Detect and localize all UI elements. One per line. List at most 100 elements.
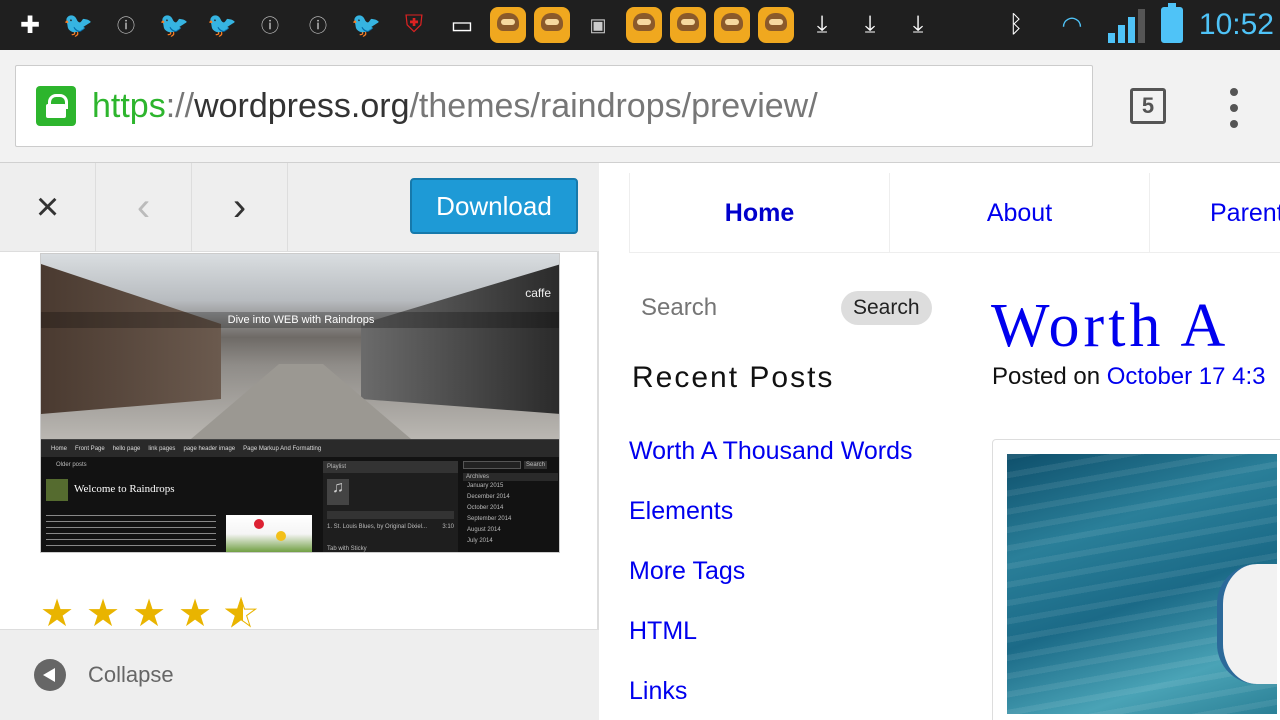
thumb-archive-item: August 2014 xyxy=(467,527,501,533)
star-half-icon: ★ xyxy=(224,595,262,631)
twitter-icon: 🐦 xyxy=(63,11,93,39)
thumb-search-field xyxy=(463,461,521,469)
tab-switcher-button[interactable]: 5 xyxy=(1130,88,1166,124)
download-icon: ⤓ xyxy=(912,11,924,38)
browser-toolbar: https://wordpress.org/themes/raindrops/p… xyxy=(0,50,1280,163)
posted-on-label: Posted on xyxy=(992,363,1101,390)
post-date-link[interactable]: October 17 4:3 xyxy=(1107,363,1266,390)
thumb-archive-item: January 2015 xyxy=(467,483,504,489)
recent-post-link[interactable]: Elements xyxy=(629,497,913,557)
site-search: Search xyxy=(629,288,935,328)
thumb-sidebar: Search Archives January 2015 December 20… xyxy=(463,461,558,552)
signal-icon xyxy=(1107,7,1145,43)
boat-shape xyxy=(1217,564,1277,684)
url-scheme: https xyxy=(92,86,166,125)
thumb-nav-item: hello page xyxy=(112,445,141,452)
shield-alert-icon: ⛨ xyxy=(405,11,423,38)
thumb-nav-item: Home xyxy=(51,445,68,452)
thumb-flowers-image xyxy=(226,515,312,552)
featured-image-frame xyxy=(992,439,1280,720)
star-full-icon: ★ xyxy=(40,595,75,631)
battery-icon xyxy=(1160,3,1183,43)
url-bar[interactable]: https://wordpress.org/themes/raindrops/p… xyxy=(15,65,1093,147)
featured-image[interactable] xyxy=(1007,454,1277,714)
lock-icon[interactable] xyxy=(36,86,76,126)
app-icon: ▣ xyxy=(589,14,607,35)
thumb-playlist-title: Playlist xyxy=(323,461,458,473)
post-title[interactable]: Worth A xyxy=(991,291,1229,362)
line-sticker-icon xyxy=(626,7,662,43)
post-meta: Posted on October 17 4:3 xyxy=(992,363,1266,391)
line-sticker-icon xyxy=(714,7,750,43)
twitter-icon: 🐦 xyxy=(159,11,189,39)
nav-item-parent[interactable]: Parent xyxy=(1149,173,1280,253)
search-input[interactable] xyxy=(629,288,829,328)
nav-item-home[interactable]: Home xyxy=(629,173,889,253)
overflow-menu-icon[interactable] xyxy=(1224,88,1244,128)
thumb-main-column: Older posts Welcome to Raindrops xyxy=(46,461,316,552)
theme-screenshot: Dive into WEB with Raindrops caffe Home … xyxy=(40,253,560,553)
collapse-label[interactable]: Collapse xyxy=(88,662,174,688)
url-separator: :// xyxy=(165,86,195,125)
collapse-button[interactable]: Collapse xyxy=(0,629,599,720)
star-full-icon: ★ xyxy=(178,595,213,631)
thumb-search-button: Search xyxy=(524,461,548,469)
download-icon: ⤓ xyxy=(816,11,828,38)
notification-icons: ✚ 🐦 ⓘ 🐦 🐦 ⓘ ⓘ 🐦 ⛨ ▭ ▣ ⤓ ⤓ ⤓ xyxy=(0,0,946,50)
header-caption: Dive into WEB with Raindrops xyxy=(41,312,559,328)
thumb-nav: Home Front Page hello page link pages pa… xyxy=(41,439,559,457)
info-icon: ⓘ xyxy=(117,16,135,36)
thumb-post-image xyxy=(46,479,68,501)
thumb-track-title: 1. St. Louis Blues, by Original Dixiel..… xyxy=(327,524,428,530)
header-photo: Dive into WEB with Raindrops caffe xyxy=(41,254,559,439)
site-preview: Home About Parent Search Recent Posts Wo… xyxy=(601,163,1280,720)
wifi-icon: ◠ xyxy=(1061,11,1083,39)
line-sticker-icon xyxy=(670,7,706,43)
thumb-nav-item: page header image xyxy=(183,445,236,452)
twitter-icon: 🐦 xyxy=(207,11,237,39)
twitter-icon: 🐦 xyxy=(351,11,381,39)
thumb-older-posts: Older posts xyxy=(56,462,87,468)
thumb-welcome-title: Welcome to Raindrops xyxy=(74,483,175,495)
screen-icon: ▭ xyxy=(450,11,474,39)
thumb-nav-item: Page Markup And Formatting xyxy=(243,445,322,452)
thumb-tab-widget: Tab with Sticky xyxy=(327,546,367,552)
thumb-nav-item: link pages xyxy=(148,445,176,452)
recent-post-link[interactable]: More Tags xyxy=(629,557,913,617)
music-note-icon: ♫ xyxy=(327,479,349,505)
status-bar: ✚ 🐦 ⓘ 🐦 🐦 ⓘ ⓘ 🐦 ⛨ ▭ ▣ ⤓ ⤓ ⤓ ᛒ ◠ 10:52 xyxy=(0,0,1280,50)
theme-preview-sidebar: × ‹ › Download Dive into WEB with Raindr… xyxy=(0,163,599,720)
thumb-playlist: Playlist ♫ 1. St. Louis Blues, by Origin… xyxy=(323,461,458,552)
line-sticker-icon xyxy=(490,7,526,43)
next-theme-button[interactable]: › xyxy=(192,163,288,252)
download-button[interactable]: Download xyxy=(410,178,578,234)
recent-post-link[interactable]: HTML xyxy=(629,617,913,677)
thumb-archives-title: Archives xyxy=(463,473,558,481)
star-full-icon: ★ xyxy=(132,595,167,631)
close-button[interactable]: × xyxy=(0,163,96,252)
download-icon: ⤓ xyxy=(864,11,876,38)
system-icons: ᛒ ◠ 10:52 xyxy=(996,0,1280,50)
thumb-archive-item: December 2014 xyxy=(467,494,510,500)
collapse-arrow-icon[interactable] xyxy=(34,659,66,691)
url-host: wordpress.org xyxy=(194,86,410,125)
nav-item-about[interactable]: About xyxy=(889,173,1149,253)
recent-posts-heading: Recent Posts xyxy=(632,361,835,394)
thumb-body: Older posts Welcome to Raindrops Playlis… xyxy=(41,457,559,552)
previous-theme-button[interactable]: ‹ xyxy=(96,163,192,252)
plus-box-icon: ✚ xyxy=(19,11,41,39)
info-icon: ⓘ xyxy=(309,16,327,36)
thumb-player-bar xyxy=(327,511,454,519)
bluetooth-icon: ᛒ xyxy=(1008,11,1024,38)
thumb-track: 1. St. Louis Blues, by Original Dixiel..… xyxy=(323,523,458,531)
url-text[interactable]: https://wordpress.org/themes/raindrops/p… xyxy=(92,87,818,126)
recent-posts-list: Worth A Thousand Words Elements More Tag… xyxy=(629,437,913,720)
recent-post-link[interactable]: Worth A Thousand Words xyxy=(629,437,913,497)
preview-toolbar: × ‹ › Download xyxy=(0,163,599,252)
url-path: /themes/raindrops/preview/ xyxy=(409,86,818,125)
thumb-nav-item: Front Page xyxy=(75,445,105,452)
clock: 10:52 xyxy=(1198,8,1274,41)
recent-post-link[interactable]: Links xyxy=(629,677,913,720)
site-nav: Home About Parent xyxy=(629,173,1280,253)
search-button[interactable]: Search xyxy=(841,291,932,325)
